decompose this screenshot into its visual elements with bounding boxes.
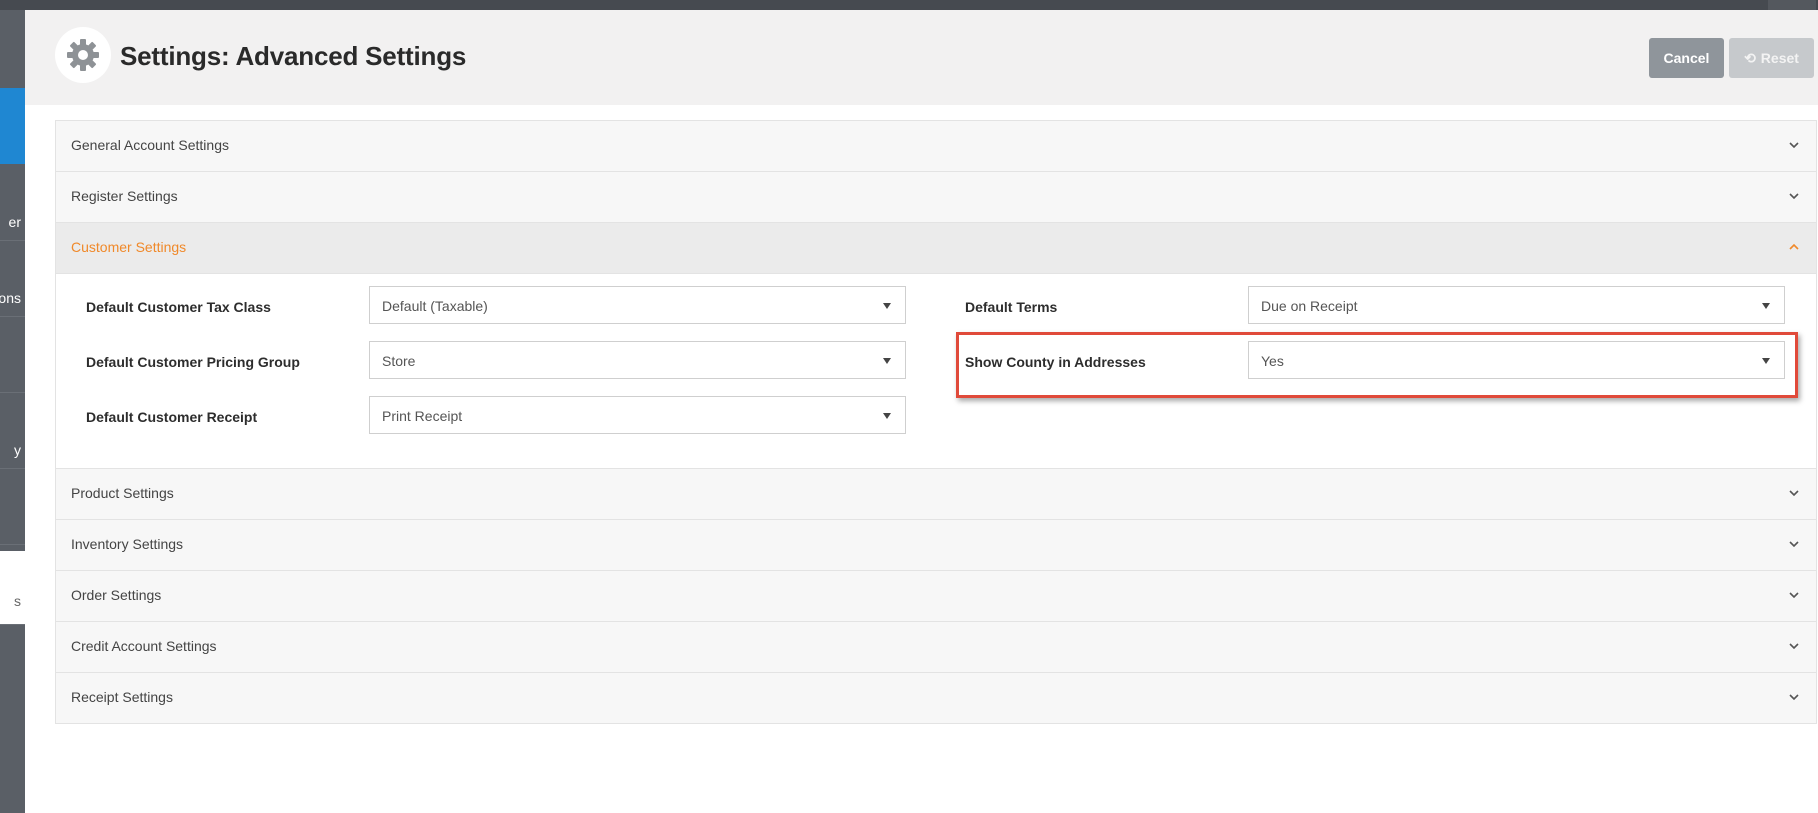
caret-down-icon [883,413,891,419]
sidebar: er ons y s [0,10,25,813]
page-title: Settings: Advanced Settings [120,41,467,71]
chevron-down-icon [1789,592,1799,599]
reset-button[interactable]: ⟲ Reset [1729,38,1814,78]
field-label-tax-class: Default Customer Tax Class [86,299,271,315]
caret-down-icon [883,303,891,309]
customer-settings-panel: Default Customer Tax Class Default (Taxa… [56,274,1816,469]
pricing-group-select[interactable]: Store [369,341,906,379]
section-receipt-settings[interactable]: Receipt Settings [56,673,1816,723]
caret-down-icon [1762,303,1770,309]
field-label-customer-receipt: Default Customer Receipt [86,409,258,425]
sidebar-item-options[interactable]: ons [0,240,25,317]
select-value: Due on Receipt [1261,298,1358,314]
chevron-down-icon [1789,490,1799,497]
section-label: General Account Settings [71,137,229,153]
sidebar-item-customer[interactable]: er [0,164,25,241]
top-bar-edge [1768,0,1816,10]
section-inventory-settings[interactable]: Inventory Settings [56,520,1816,571]
section-register-settings[interactable]: Register Settings [56,172,1816,223]
section-product-settings[interactable]: Product Settings [56,469,1816,520]
sidebar-item-active[interactable] [0,88,25,164]
settings-accordion: General Account Settings Register Settin… [55,120,1817,724]
gear-icon [67,39,99,71]
undo-icon: ⟲ [1744,50,1756,66]
sidebar-item-5[interactable]: y [0,392,25,469]
select-value: Print Receipt [382,408,463,424]
field-label-default-terms: Default Terms [965,299,1058,315]
section-label: Order Settings [71,587,162,603]
tax-class-select[interactable]: Default (Taxable) [369,286,906,324]
select-value: Default (Taxable) [382,298,488,314]
sidebar-item-settings[interactable]: s [0,551,25,625]
cancel-button[interactable]: Cancel [1649,38,1724,78]
section-label: Inventory Settings [71,536,184,552]
page-header: Settings: Advanced Settings Cancel ⟲ Rese… [25,10,1818,105]
gear-icon-badge [55,27,111,83]
section-customer-settings[interactable]: Customer Settings [56,223,1816,274]
section-label: Credit Account Settings [71,638,217,654]
section-general-account-settings[interactable]: General Account Settings [56,121,1816,172]
section-label: Register Settings [71,188,178,204]
chevron-down-icon [1789,142,1799,149]
field-label-pricing-group: Default Customer Pricing Group [86,354,300,370]
chevron-down-icon [1789,541,1799,548]
chevron-down-icon [1789,193,1799,200]
sidebar-item-6[interactable] [0,468,25,545]
customer-receipt-select[interactable]: Print Receipt [369,396,906,434]
select-value: Store [382,353,416,369]
section-credit-account-settings[interactable]: Credit Account Settings [56,622,1816,673]
reset-button-label: Reset [1760,50,1799,66]
section-label: Customer Settings [71,239,187,255]
chevron-down-icon [1789,694,1799,701]
section-label: Product Settings [71,485,174,501]
sidebar-item-4[interactable] [0,316,25,393]
section-order-settings[interactable]: Order Settings [56,571,1816,622]
chevron-up-icon [1789,243,1799,250]
caret-down-icon [883,358,891,364]
default-terms-select[interactable]: Due on Receipt [1248,286,1785,324]
top-bar [0,0,1818,10]
chevron-down-icon [1789,643,1799,650]
annotation-highlight-box [956,332,1798,398]
section-label: Receipt Settings [71,689,173,705]
